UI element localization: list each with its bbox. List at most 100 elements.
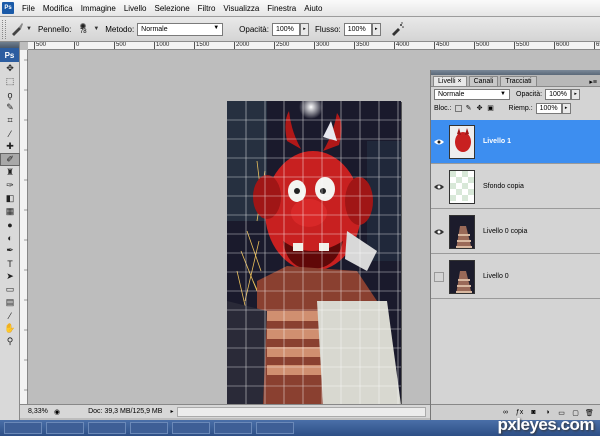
tab-canali[interactable]: Canali <box>468 76 499 86</box>
status-menu-arrow-icon[interactable]: ▸ <box>170 408 173 415</box>
layers-panel: Livelli × Canali Tracciati ▸≡ Normale ▼ … <box>430 70 600 420</box>
menu-finestra[interactable]: Finestra <box>263 4 300 13</box>
crop-tool-icon[interactable]: ⌗ <box>0 114 20 127</box>
ruler-mark: 6500 <box>594 42 600 49</box>
taskbar-app[interactable] <box>172 422 210 434</box>
chevron-down-icon[interactable]: ▼ <box>93 26 99 32</box>
layer-name[interactable]: Livello 1 <box>483 138 511 145</box>
menu-modifica[interactable]: Modifica <box>39 4 77 13</box>
horizontal-scrollbar[interactable] <box>177 406 426 417</box>
layer-row-livello-0-copia[interactable]: Livello 0 copia <box>431 210 600 254</box>
taskbar-app[interactable] <box>4 422 42 434</box>
menu-aiuto[interactable]: Aiuto <box>300 4 326 13</box>
fill-slider-button[interactable]: ▸ <box>561 102 571 114</box>
layer-opacity-label: Opacità: <box>516 90 543 98</box>
menu-visualizza[interactable]: Visualizza <box>219 4 263 13</box>
eye-icon[interactable] <box>432 180 446 194</box>
document-image[interactable] <box>227 101 401 405</box>
chevron-down-icon[interactable]: ▼ <box>26 26 32 32</box>
layer-name[interactable]: Sfondo copia <box>483 183 524 190</box>
taskbar-app[interactable] <box>214 422 252 434</box>
menu-file[interactable]: File <box>18 4 39 13</box>
hand-tool-icon[interactable]: ✋ <box>0 322 20 335</box>
canvas-area[interactable] <box>28 50 430 405</box>
notes-tool-icon[interactable]: ▤ <box>0 296 20 309</box>
shape-tool-icon[interactable]: ▭ <box>0 283 20 296</box>
menu-bar: Ps File Modifica Immagine Livello Selezi… <box>0 0 600 17</box>
zoom-level[interactable]: 8,33% <box>28 408 54 415</box>
eye-icon[interactable] <box>432 135 446 149</box>
layer-name[interactable]: Livello 0 <box>483 273 509 280</box>
tab-tracciati[interactable]: Tracciati <box>500 76 537 86</box>
eyedropper-tool-icon[interactable]: ⁄ <box>0 127 20 140</box>
mode-select[interactable]: Normale ▼ <box>137 22 224 36</box>
layer-name[interactable]: Livello 0 copia <box>483 228 527 235</box>
opacity-label: Opacità: <box>239 24 269 34</box>
tab-livelli[interactable]: Livelli × <box>433 76 467 86</box>
brush-label: Pennello: <box>37 24 72 34</box>
lock-all-icon[interactable]: ▣ <box>487 104 495 112</box>
dodge-tool-icon[interactable]: ◐ <box>0 231 20 244</box>
blend-mode-select[interactable]: Normale ▼ <box>434 88 510 100</box>
zoom-tool-icon[interactable]: ⚲ <box>0 335 20 348</box>
taskbar-app[interactable] <box>130 422 168 434</box>
flow-field[interactable]: 100% <box>343 22 372 36</box>
healing-tool-icon[interactable]: ✚ <box>0 140 20 153</box>
layer-row-sfondo-copia[interactable]: Sfondo copia <box>431 165 600 209</box>
layer-row-livello-1[interactable]: Livello 1 <box>431 120 600 164</box>
doc-size: Doc: 39,3 MB/125,9 MB <box>88 408 163 415</box>
status-info-icon[interactable]: ◉ <box>54 408 60 416</box>
menu-immagine[interactable]: Immagine <box>77 4 120 13</box>
lock-transparent-icon[interactable] <box>454 104 462 112</box>
layer-thumbnail <box>449 259 475 294</box>
gradient-tool-icon[interactable]: ▦ <box>0 205 20 218</box>
layer-opacity-slider-button[interactable]: ▸ <box>571 88 581 100</box>
layer-thumbnail <box>449 214 475 249</box>
menu-livello[interactable]: Livello <box>120 4 151 13</box>
taskbar-app[interactable] <box>46 422 84 434</box>
path-select-tool-icon[interactable]: ➤ <box>0 270 20 283</box>
layers-panel-tabs: Livelli × Canali Tracciati ▸≡ <box>431 75 600 87</box>
opacity-field[interactable]: 100% <box>271 22 300 36</box>
ruler-mark: 2000 <box>234 42 250 49</box>
marquee-tool-icon[interactable]: ⬚ <box>0 75 20 88</box>
brush-size-picker[interactable]: 78 <box>74 19 92 39</box>
menu-filtro[interactable]: Filtro <box>194 4 220 13</box>
visibility-toggle-empty[interactable] <box>434 271 444 282</box>
mode-value: Normale <box>141 25 168 33</box>
horizontal-ruler: 500 0 500 1000 1500 2000 2500 3000 3500 4000 4500 5… <box>28 42 600 50</box>
move-tool-icon[interactable]: ✥ <box>0 62 20 75</box>
lasso-tool-icon[interactable]: ϙ <box>0 88 20 101</box>
devil-puppet-image <box>227 101 401 405</box>
layer-row-livello-0[interactable]: Livello 0 <box>431 255 600 299</box>
brush-tool-icon[interactable]: ✐ <box>0 153 20 166</box>
history-brush-tool-icon[interactable]: ✑ <box>0 179 20 192</box>
menu-selezione[interactable]: Selezione <box>151 4 194 13</box>
layer-thumbnail <box>449 124 475 159</box>
ruler-mark: 2500 <box>274 42 290 49</box>
brush-preset-icon[interactable] <box>9 21 25 37</box>
clone-stamp-tool-icon[interactable]: ♜ <box>0 166 20 179</box>
blur-tool-icon[interactable]: ● <box>0 218 20 231</box>
opacity-slider-button[interactable]: ▸ <box>299 22 309 36</box>
panel-menu-icon[interactable]: ▸≡ <box>589 78 597 86</box>
lock-pixels-icon[interactable]: ✎ <box>465 104 473 112</box>
ruler-mark: 6000 <box>554 42 570 49</box>
airbrush-icon[interactable] <box>389 21 405 37</box>
taskbar-app[interactable] <box>88 422 126 434</box>
options-bar: ▼ Pennello: 78 ▼ Metodo: Normale ▼ Opaci… <box>0 17 600 42</box>
flow-slider-button[interactable]: ▸ <box>371 22 381 36</box>
lock-position-icon[interactable]: ✥ <box>476 104 484 112</box>
taskbar-app[interactable] <box>256 422 294 434</box>
chevron-down-icon: ▼ <box>213 24 220 31</box>
ruler-mark: 0 <box>74 42 80 49</box>
eraser-tool-icon[interactable]: ◧ <box>0 192 20 205</box>
quick-select-tool-icon[interactable]: ✎ <box>0 101 20 114</box>
fill-field[interactable]: 100% <box>535 102 562 114</box>
type-tool-icon[interactable]: T <box>0 257 20 270</box>
options-bar-grip[interactable] <box>2 19 6 39</box>
layer-opacity-field[interactable]: 100% <box>545 88 572 100</box>
eyedropper2-tool-icon[interactable]: ⁄ <box>0 309 20 322</box>
eye-icon[interactable] <box>432 225 446 239</box>
pen-tool-icon[interactable]: ✒ <box>0 244 20 257</box>
